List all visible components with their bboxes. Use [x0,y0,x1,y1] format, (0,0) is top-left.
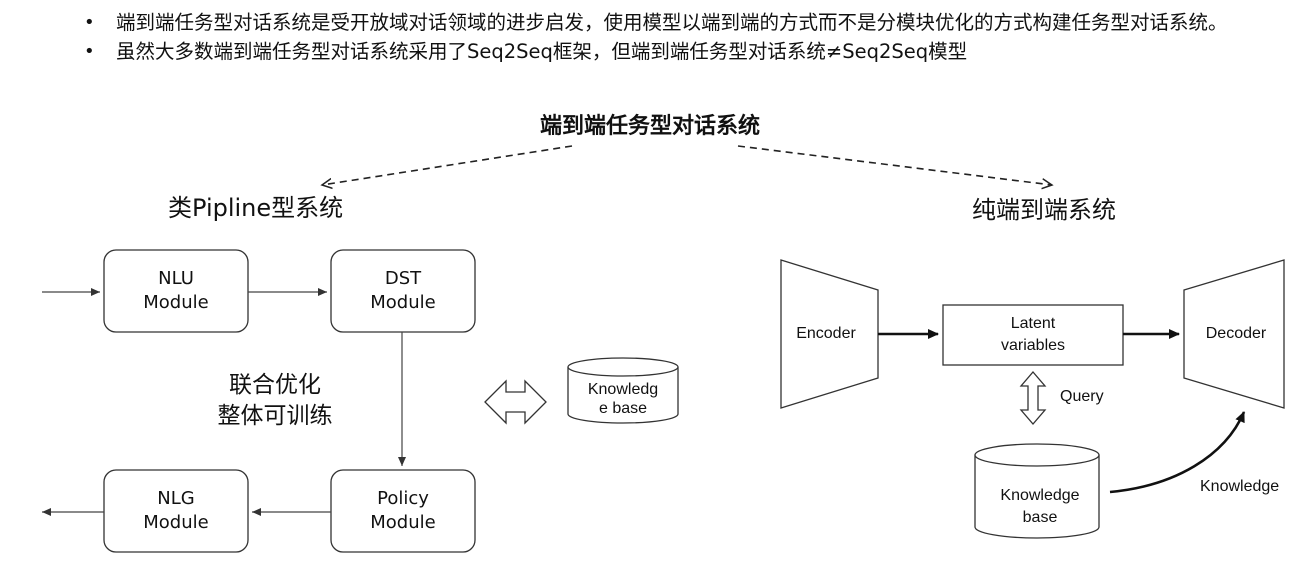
latent-label-1: Latent [1011,315,1056,332]
nlu-module: NLU Module [103,249,249,333]
encoder-label: Encoder [796,325,856,342]
query-label: Query [1060,388,1104,405]
dst-module-label-2: Module [370,292,435,313]
bidirectional-arrow-icon [484,379,547,425]
architecture-diagram: NLU Module DST Module 联合优化 整体可训练 Policy … [42,145,1285,553]
policy-module: Policy Module [330,469,476,553]
nlg-module: NLG Module [103,469,249,553]
left-kb-label-2: e base [599,400,647,417]
left-kb-label-1: Knowledg [588,381,658,398]
right-knowledge-base-cylinder: Knowledge base [974,443,1100,539]
decoder-label: Decoder [1206,325,1267,342]
right-kb-label-2: base [1023,509,1058,526]
encoder-block: Encoder [780,259,879,409]
nlg-module-label-2: Module [143,512,208,533]
policy-module-label-2: Module [370,512,435,533]
knowledge-label: Knowledge [1200,478,1279,495]
left-knowledge-base-cylinder: Knowledg e base [567,357,679,424]
dst-module-label-1: DST [385,268,422,289]
dst-module: DST Module [330,249,476,333]
nlu-module-label-2: Module [143,292,208,313]
nlg-module-label-1: NLG [157,488,194,509]
dashed-arrow-left [322,145,573,185]
decoder-block: Decoder [1183,259,1285,409]
nlu-module-label-1: NLU [158,268,194,289]
latent-label-2: variables [1001,337,1065,354]
joint-optimization-label: 联合优化 [229,372,321,398]
end-to-end-trainable-label: 整体可训练 [218,403,333,429]
policy-module-label-1: Policy [377,488,429,509]
right-kb-label-1: Knowledge [1000,487,1079,504]
query-double-arrow-icon [1019,371,1047,425]
latent-variables-block: Latent variables [942,304,1124,366]
dashed-arrow-right [737,145,1052,185]
